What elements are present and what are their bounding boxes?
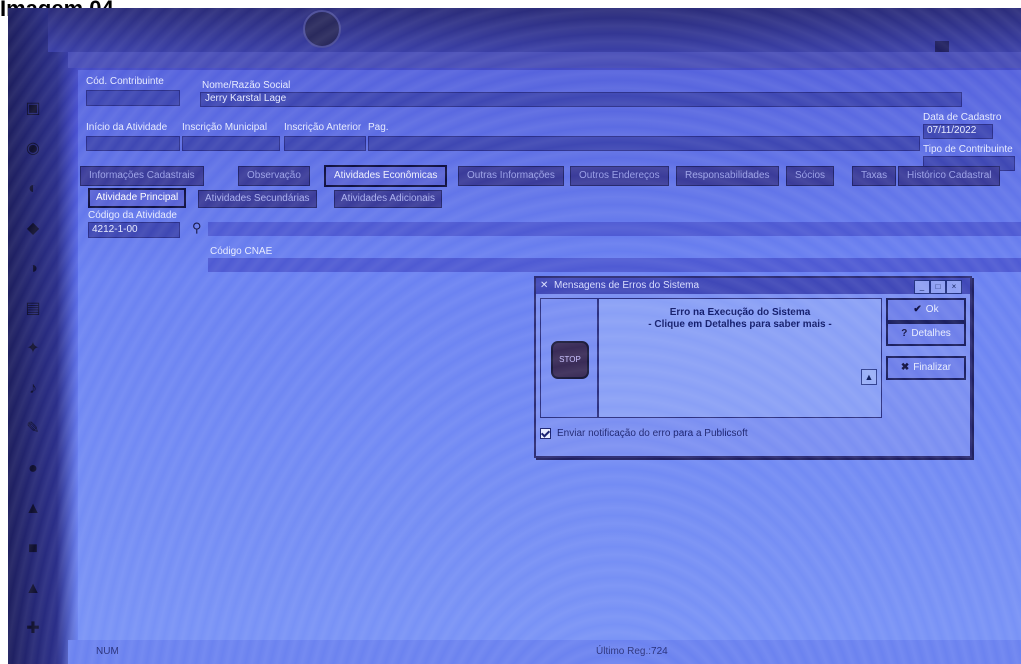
codigo-atividade-field[interactable]: 4212-1-00 [88, 222, 180, 238]
nome-razao-field[interactable]: Jerry Karstal Lage [200, 92, 962, 107]
tab-informacoes-cadastrais[interactable]: Informações Cadastrais [80, 166, 204, 186]
data-cadastro-value: 07/11/2022 [927, 125, 977, 136]
subtab-atividades-adicionais[interactable]: Atividades Adicionais [334, 190, 442, 208]
question-icon: ? [901, 328, 908, 339]
desktop-icon[interactable]: ♪ [20, 378, 46, 400]
inscricao-municipal-label: Inscrição Municipal [182, 122, 268, 133]
check-icon: ✔ [913, 304, 922, 315]
desktop-icon[interactable]: ◐ [20, 178, 46, 200]
tab-historico-cadastral[interactable]: Histórico Cadastral [898, 166, 1001, 186]
message-line-1: Erro na Execução do Sistema [669, 307, 811, 318]
codigo-atividade-value: 4212-1-00 [92, 224, 138, 235]
menu-bar [68, 52, 1021, 68]
desktop-icon[interactable]: ◆ [20, 218, 46, 240]
stop-icon: STOP [551, 341, 589, 379]
status-ultimo-reg: Último Reg.:724 [596, 646, 668, 657]
nome-razao-label: Nome/Razão Social [202, 80, 291, 91]
desktop-icon[interactable]: ● [20, 458, 46, 480]
desktop-icon[interactable]: ◉ [20, 138, 46, 160]
tab-responsabilidades[interactable]: Responsabilidades [676, 166, 779, 186]
screen: ▣ ◉ ◐ ◆ ◑ ▤ ✦ ♪ ✎ ● ▲ ■ ▲ ✚ Cód. Contrib… [8, 8, 1021, 664]
cod-contribuinte-label: Cód. Contribuinte [86, 76, 164, 87]
desktop-icon[interactable]: ▤ [20, 298, 46, 320]
tab-outras-informacoes[interactable]: Outras Informações [458, 166, 564, 186]
search-icon[interactable]: ⚲ [192, 220, 202, 236]
data-cadastro-label: Data de Cadastro [923, 112, 1002, 123]
inscricao-anterior-label: Inscrição Anterior [284, 122, 362, 133]
nome-value: Jerry Karstal Lage [205, 93, 287, 104]
finalizar-label: Finalizar [913, 362, 952, 373]
x-icon: ✖ [900, 362, 910, 373]
app-logo-icon [303, 10, 341, 48]
subtab-atividade-principal[interactable]: Atividade Principal [88, 188, 187, 208]
finalizar-button[interactable]: ✖ Finalizar [886, 356, 966, 380]
error-dialog: ✕ Mensagens de Erros do Sistema _ □ × ST… [534, 276, 972, 458]
minimize-icon[interactable]: _ [914, 280, 930, 294]
inscricao-anterior-field[interactable] [284, 136, 366, 151]
notify-checkbox-row[interactable]: Enviar notificação do erro para a Public… [540, 426, 960, 442]
stop-panel: STOP [540, 298, 598, 418]
dialog-title: Mensagens de Erros do Sistema [554, 280, 700, 291]
detalhes-button[interactable]: ? Detalhes [886, 322, 966, 346]
maximize-icon[interactable]: □ [930, 280, 946, 294]
status-bar: NUM Último Reg.:724 [68, 640, 1021, 664]
subtab-atividades-secundarias[interactable]: Atividades Secundárias [198, 190, 317, 208]
cnae-field[interactable] [208, 258, 1021, 272]
message-box: Erro na Execução do Sistema - Clique em … [598, 298, 882, 418]
tab-observacao[interactable]: Observação [238, 166, 310, 186]
window-title-text [348, 14, 748, 42]
inicio-atividade-label: Início da Atividade [86, 122, 168, 133]
desktop-icon[interactable]: ▲ [20, 578, 46, 600]
notify-checkbox-label: Enviar notificação do erro para a Public… [557, 428, 748, 439]
close-icon[interactable]: × [946, 280, 962, 294]
tab-outros-enderecos[interactable]: Outros Endereços [570, 166, 669, 186]
dialog-app-icon: ✕ [540, 280, 549, 291]
message-line-2: - Clique em Detalhes para saber mais - [648, 319, 832, 330]
cod-contribuinte-field[interactable] [86, 90, 180, 106]
detalhes-label: Detalhes [911, 328, 951, 339]
status-num: NUM [96, 646, 119, 657]
window-title-bar [48, 8, 1021, 52]
tipo-contribuinte-label: Tipo de Contribuinte [923, 144, 1013, 155]
ok-label: Ok [925, 304, 939, 315]
notify-checkbox[interactable] [540, 427, 551, 439]
desktop-icon[interactable]: ✚ [20, 618, 46, 640]
desktop-icon[interactable]: ▲ [20, 498, 46, 520]
desktop-icon[interactable]: ■ [20, 538, 46, 560]
ok-button[interactable]: ✔ Ok [886, 298, 966, 322]
desktop-icon[interactable]: ✎ [20, 418, 46, 440]
pag-field[interactable] [368, 136, 920, 151]
grid-header [208, 222, 1021, 236]
inicio-atividade-field[interactable] [86, 136, 180, 151]
dialog-title-bar: ✕ Mensagens de Erros do Sistema _ □ × [536, 278, 970, 294]
codigo-atividade-label: Código da Atividade [88, 210, 177, 221]
desktop-icon[interactable]: ✦ [20, 338, 46, 360]
tab-atividades-economicas[interactable]: Atividades Econômicas [324, 165, 448, 187]
tab-socios[interactable]: Sócios [786, 166, 835, 186]
inscricao-municipal-field[interactable] [182, 136, 280, 151]
cnae-label: Código CNAE [210, 246, 273, 257]
pag-label: Pag. [368, 122, 389, 133]
data-cadastro-field[interactable]: 07/11/2022 [923, 124, 993, 139]
tab-taxas[interactable]: Taxas [852, 166, 897, 186]
desktop-icon[interactable]: ◑ [20, 258, 46, 280]
scroll-down-icon[interactable]: ▲ [861, 369, 877, 385]
desktop-icon[interactable]: ▣ [20, 98, 46, 120]
